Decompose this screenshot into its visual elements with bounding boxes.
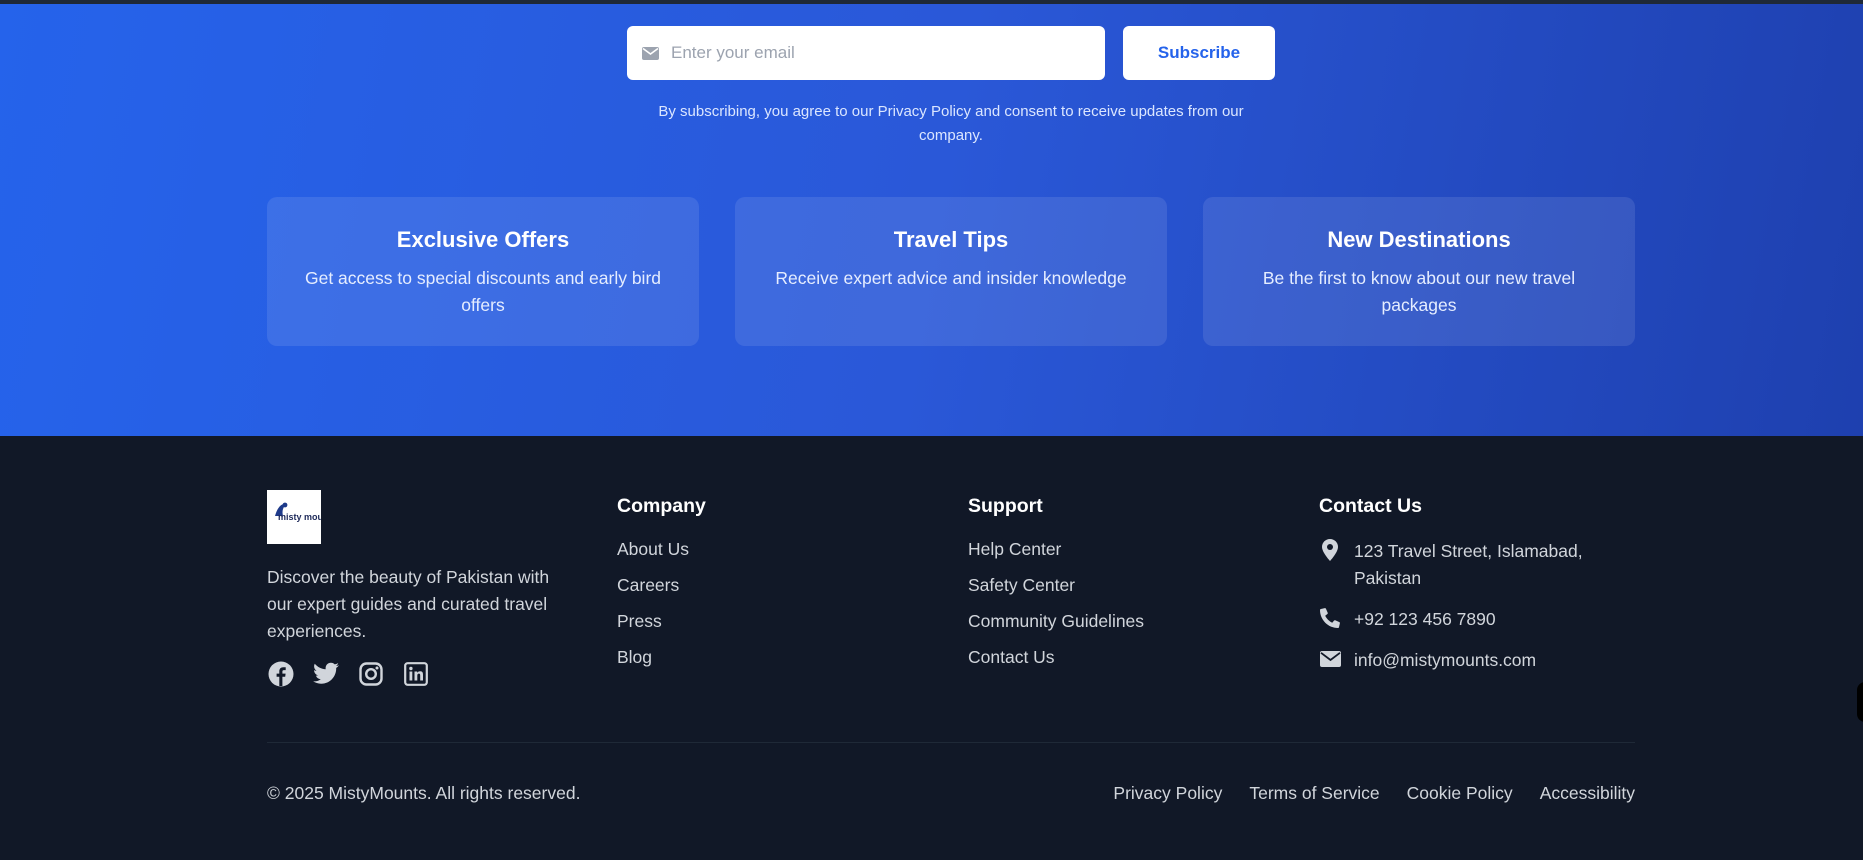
linkedin-icon[interactable] — [402, 660, 430, 688]
contact-address: 123 Travel Street, Islamabad, Pakistan — [1319, 538, 1604, 592]
instagram-icon[interactable] — [357, 660, 385, 688]
footer-divider — [267, 742, 1635, 743]
footer-link-about-us[interactable]: About Us — [617, 538, 706, 560]
envelope-icon — [1319, 648, 1341, 670]
feature-card-exclusive-offers: Exclusive Offers Get access to special d… — [267, 197, 699, 346]
company-column: Company About Us Careers Press Blog — [617, 494, 706, 682]
contact-email-text[interactable]: info@mistymounts.com — [1354, 647, 1604, 674]
contact-heading: Contact Us — [1319, 495, 1422, 517]
social-links — [267, 660, 430, 688]
envelope-icon — [641, 46, 659, 60]
feature-text: Receive expert advice and insider knowle… — [775, 268, 1127, 288]
legal-link-cookie-policy[interactable]: Cookie Policy — [1407, 782, 1513, 804]
contact-address-text: 123 Travel Street, Islamabad, Pakistan — [1354, 541, 1583, 588]
feature-title: New Destinations — [1327, 227, 1511, 252]
contact-email: info@mistymounts.com — [1319, 647, 1604, 674]
newsletter-section: Subscribe By subscribing, you agree to o… — [0, 4, 1863, 436]
brand-description: Discover the beauty of Pakistan with our… — [267, 567, 550, 641]
footer-link-blog[interactable]: Blog — [617, 646, 706, 668]
support-column: Support Help Center Safety Center Commun… — [968, 494, 1144, 682]
contact-phone: +92 123 456 7890 — [1319, 606, 1604, 633]
legal-link-privacy-policy[interactable]: Privacy Policy — [1113, 782, 1222, 804]
subscribe-form: Subscribe — [627, 26, 1275, 80]
phone-icon — [1319, 607, 1341, 629]
site-footer: misty mountain Discover the beauty of Pa… — [0, 436, 1863, 860]
email-input[interactable] — [671, 43, 1091, 63]
floating-widget-edge[interactable] — [1857, 682, 1863, 722]
legal-link-terms-of-service[interactable]: Terms of Service — [1249, 782, 1379, 804]
feature-title: Travel Tips — [893, 227, 1009, 252]
footer-link-community-guidelines[interactable]: Community Guidelines — [968, 610, 1144, 632]
logo-text: misty mountain — [278, 512, 321, 522]
legal-links: Privacy Policy Terms of Service Cookie P… — [1113, 782, 1635, 804]
footer-link-careers[interactable]: Careers — [617, 574, 706, 596]
subscribe-button[interactable]: Subscribe — [1123, 26, 1275, 80]
feature-card-travel-tips: Travel Tips Receive expert advice and in… — [735, 197, 1167, 346]
feature-text: Get access to special discounts and earl… — [304, 268, 661, 315]
feature-card-new-destinations: New Destinations Be the first to know ab… — [1203, 197, 1635, 346]
footer-link-press[interactable]: Press — [617, 610, 706, 632]
contact-phone-text[interactable]: +92 123 456 7890 — [1354, 606, 1604, 633]
facebook-icon[interactable] — [267, 660, 295, 688]
twitter-icon[interactable] — [312, 660, 340, 688]
support-heading: Support — [968, 495, 1043, 517]
footer-link-contact-us[interactable]: Contact Us — [968, 646, 1144, 668]
subscribe-disclaimer: By subscribing, you agree to our Privacy… — [658, 103, 1244, 144]
contact-column: Contact Us 123 Travel Street, Islamabad,… — [1319, 494, 1604, 688]
company-heading: Company — [617, 495, 706, 517]
legal-link-accessibility[interactable]: Accessibility — [1540, 782, 1635, 804]
copyright: © 2025 MistyMounts. All rights reserved. — [267, 783, 581, 803]
brand-logo[interactable]: misty mountain — [267, 490, 321, 544]
email-field-container[interactable] — [627, 26, 1105, 80]
footer-link-help-center[interactable]: Help Center — [968, 538, 1144, 560]
feature-text: Be the first to know about our new trave… — [1262, 268, 1576, 315]
footer-link-safety-center[interactable]: Safety Center — [968, 574, 1144, 596]
map-pin-icon — [1319, 539, 1341, 561]
feature-title: Exclusive Offers — [396, 227, 570, 252]
